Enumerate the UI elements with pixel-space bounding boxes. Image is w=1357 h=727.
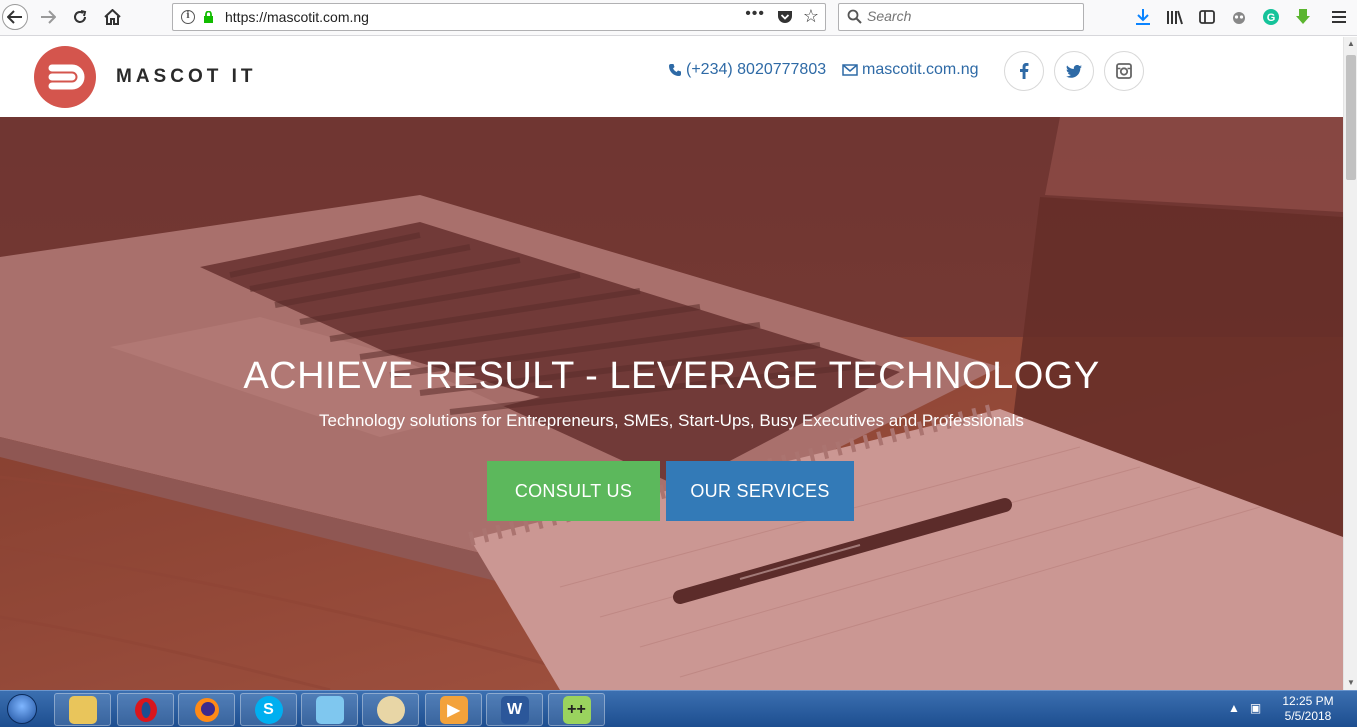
downloads-button[interactable] bbox=[1132, 6, 1154, 28]
browser-toolbar: i https://mascotit.com.ng ••• ☆ G bbox=[0, 0, 1357, 36]
arrow-left-icon bbox=[7, 10, 22, 24]
taskbar-word[interactable]: W bbox=[486, 693, 543, 726]
taskbar-opera[interactable] bbox=[117, 693, 174, 726]
page-viewport: MASCOT IT (+234) 8020777803 mascotit.com… bbox=[0, 37, 1343, 690]
extension-owl-button[interactable] bbox=[1228, 6, 1250, 28]
paint-palette-icon bbox=[376, 695, 405, 724]
library-icon bbox=[1167, 10, 1183, 25]
hero-overlay bbox=[0, 117, 1343, 690]
hero-title: ACHIEVE RESULT - LEVERAGE TECHNOLOGY bbox=[243, 355, 1100, 397]
page-scrollbar[interactable]: ▲ ▼ bbox=[1343, 37, 1357, 690]
reload-icon bbox=[74, 10, 87, 23]
notepad-icon bbox=[315, 695, 344, 724]
url-bar[interactable]: i https://mascotit.com.ng ••• ☆ bbox=[172, 3, 826, 31]
download-arrow-icon bbox=[1136, 9, 1150, 25]
facebook-button[interactable] bbox=[1004, 51, 1044, 91]
scroll-down-arrow-icon[interactable]: ▼ bbox=[1344, 676, 1357, 690]
search-input[interactable] bbox=[867, 8, 1067, 24]
owl-icon bbox=[1233, 12, 1245, 24]
play-icon: ▶ bbox=[439, 695, 468, 724]
sidebar-button[interactable] bbox=[1196, 6, 1218, 28]
folder-icon bbox=[68, 695, 97, 724]
firefox-icon bbox=[193, 696, 221, 724]
site-header: MASCOT IT (+234) 8020777803 mascotit.com… bbox=[0, 37, 1343, 117]
scroll-up-arrow-icon[interactable]: ▲ bbox=[1344, 37, 1357, 51]
scrollbar-thumb[interactable] bbox=[1346, 55, 1356, 180]
system-tray: ▲ ▣ bbox=[1228, 701, 1261, 715]
taskbar-notepad[interactable] bbox=[301, 693, 358, 726]
taskbar-firefox[interactable] bbox=[178, 693, 235, 726]
info-icon[interactable]: i bbox=[181, 10, 195, 24]
skype-icon: S bbox=[254, 695, 283, 724]
lock-icon bbox=[204, 11, 213, 23]
download-helper-button[interactable] bbox=[1292, 6, 1314, 28]
word-icon: W bbox=[500, 695, 529, 724]
taskbar-skype[interactable]: S bbox=[240, 693, 297, 726]
our-services-button[interactable]: OUR SERVICES bbox=[666, 461, 854, 521]
show-hidden-icons-icon[interactable]: ▲ bbox=[1228, 701, 1240, 715]
email-link[interactable]: mascotit.com.ng bbox=[842, 61, 978, 79]
email-address[interactable]: mascotit.com.ng bbox=[862, 61, 978, 79]
grammarly-icon: G bbox=[1263, 9, 1279, 25]
phone-icon bbox=[669, 64, 681, 76]
taskbar-media-player[interactable]: ▶ bbox=[425, 693, 482, 726]
home-icon bbox=[103, 9, 121, 25]
hamburger-icon bbox=[1332, 11, 1346, 23]
twitter-button[interactable] bbox=[1054, 51, 1094, 91]
back-button[interactable] bbox=[2, 4, 28, 30]
grammarly-button[interactable]: G bbox=[1260, 6, 1282, 28]
notepad-plus-plus-icon: ++ bbox=[562, 695, 591, 724]
url-text[interactable]: https://mascotit.com.ng bbox=[225, 9, 369, 25]
twitter-icon bbox=[1066, 64, 1082, 78]
brand-name[interactable]: MASCOT IT bbox=[116, 66, 257, 88]
phone-link[interactable]: (+234) 8020777803 bbox=[668, 61, 826, 79]
windows-logo-icon bbox=[7, 694, 37, 724]
hero-subtitle: Technology solutions for Entrepreneurs, … bbox=[319, 411, 1024, 430]
menu-button[interactable] bbox=[1328, 6, 1350, 28]
svg-text:G: G bbox=[1267, 12, 1276, 24]
search-icon bbox=[847, 9, 862, 24]
taskbar-paint[interactable] bbox=[362, 693, 419, 726]
network-icon[interactable]: ▣ bbox=[1250, 701, 1261, 715]
envelope-icon bbox=[842, 64, 858, 76]
home-button[interactable] bbox=[98, 4, 126, 30]
windows-taskbar: S ▶ W ++ ▲ ▣ 12:25 PM 5/5/2018 bbox=[0, 690, 1357, 727]
phone-number[interactable]: (+234) 8020777803 bbox=[686, 61, 826, 79]
opera-icon bbox=[132, 696, 160, 724]
logo-s-glyph-icon bbox=[48, 64, 85, 90]
instagram-button[interactable] bbox=[1104, 51, 1144, 91]
start-button[interactable] bbox=[2, 692, 42, 726]
bookmark-star-icon[interactable]: ☆ bbox=[803, 6, 819, 27]
arrow-right-icon bbox=[41, 10, 56, 24]
logo-icon[interactable] bbox=[34, 46, 96, 108]
taskbar-notepad-plus-plus[interactable]: ++ bbox=[548, 693, 605, 726]
instagram-icon bbox=[1116, 63, 1132, 79]
page-actions-icon[interactable]: ••• bbox=[745, 5, 765, 23]
consult-us-button[interactable]: CONSULT US bbox=[487, 461, 660, 521]
hero-section: ACHIEVE RESULT - LEVERAGE TECHNOLOGY Tec… bbox=[0, 117, 1343, 690]
taskbar-file-explorer[interactable] bbox=[54, 693, 111, 726]
search-bar[interactable] bbox=[838, 3, 1084, 31]
pocket-icon[interactable] bbox=[777, 10, 793, 25]
clock[interactable]: 12:25 PM 5/5/2018 bbox=[1273, 694, 1343, 724]
clock-date: 5/5/2018 bbox=[1284, 709, 1332, 723]
clock-time: 12:25 PM bbox=[1282, 694, 1334, 708]
reload-button[interactable] bbox=[66, 4, 94, 30]
green-download-icon bbox=[1296, 9, 1310, 24]
forward-button[interactable] bbox=[34, 4, 62, 30]
sidebar-icon bbox=[1199, 10, 1215, 24]
facebook-icon bbox=[1020, 63, 1029, 79]
library-button[interactable] bbox=[1164, 6, 1186, 28]
